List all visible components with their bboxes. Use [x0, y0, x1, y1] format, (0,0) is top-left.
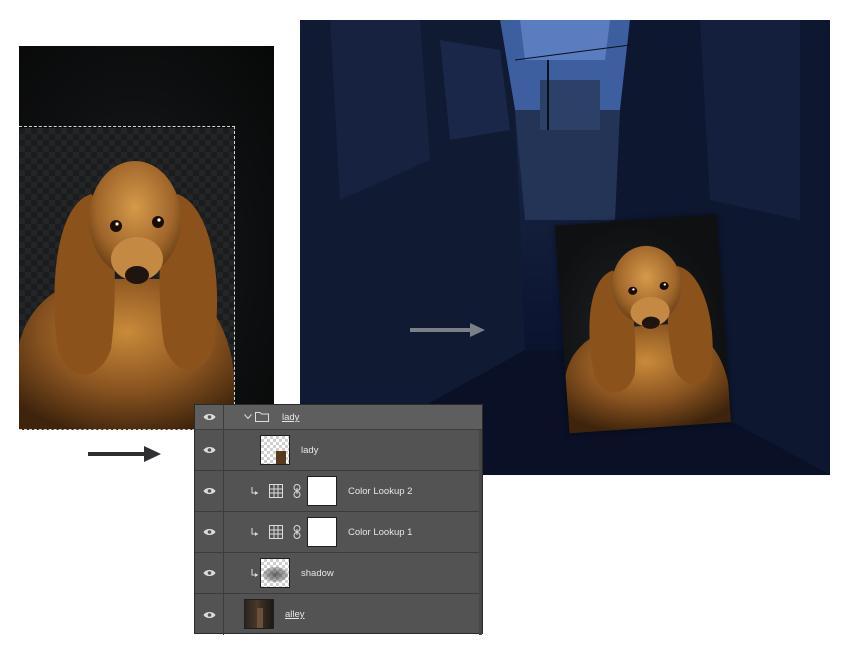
chevron-down-icon[interactable] — [244, 414, 252, 420]
right-arrow-icon — [410, 323, 485, 337]
color-lookup-grid-icon — [269, 484, 283, 498]
layer-name: Color Lookup 1 — [348, 527, 413, 538]
layer-name: shadow — [301, 568, 334, 579]
chain-link-icon[interactable] — [293, 484, 301, 498]
layer-row[interactable]: shadow — [195, 553, 482, 594]
chain-link-icon[interactable] — [293, 525, 301, 539]
right-arrow-icon — [88, 446, 161, 462]
eye-icon[interactable] — [195, 512, 224, 552]
clipping-arrow-icon — [251, 569, 258, 577]
layer-name: alley — [285, 609, 305, 620]
layer-name: Color Lookup 2 — [348, 486, 413, 497]
layer-row[interactable]: lady — [195, 430, 482, 471]
eye-icon[interactable] — [195, 553, 224, 593]
selection-marquee[interactable] — [19, 126, 235, 430]
layer-thumbnail[interactable] — [244, 599, 274, 629]
source-photo — [19, 46, 274, 430]
color-lookup-grid-icon — [269, 525, 283, 539]
layers-panel: lady lady Color Lookup 2 Color Lookup 1 … — [194, 404, 483, 635]
layer-name: lady — [301, 445, 319, 456]
clipping-arrow-icon — [251, 528, 258, 536]
layer-row[interactable]: alley — [195, 594, 482, 635]
layer-mask-thumbnail[interactable] — [307, 476, 337, 506]
layer-thumbnail[interactable] — [260, 435, 290, 465]
pasted-dog-layer[interactable] — [554, 214, 732, 434]
layer-row[interactable]: Color Lookup 2 — [195, 471, 482, 512]
group-name: lady — [282, 412, 300, 423]
clipping-arrow-icon — [251, 487, 258, 495]
eye-icon[interactable] — [195, 405, 224, 429]
eye-icon[interactable] — [195, 594, 224, 635]
layer-group-lady[interactable]: lady — [195, 405, 482, 430]
layer-mask-thumbnail[interactable] — [307, 517, 337, 547]
pasted-dog-image — [565, 245, 732, 434]
folder-icon — [255, 412, 269, 422]
eye-icon[interactable] — [195, 430, 224, 470]
scrollbar[interactable] — [479, 430, 482, 635]
layer-row[interactable]: Color Lookup 1 — [195, 512, 482, 553]
eye-icon[interactable] — [195, 471, 224, 511]
layer-thumbnail[interactable] — [260, 558, 290, 588]
